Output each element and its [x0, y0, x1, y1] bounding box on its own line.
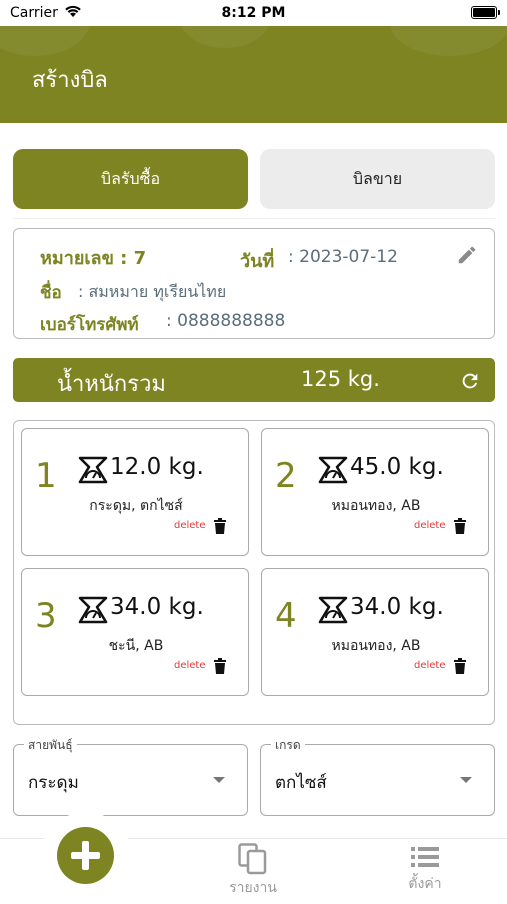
refresh-icon[interactable]	[459, 370, 481, 396]
item-weight: 12.0 kg.	[110, 454, 204, 480]
bill-number: หมายเลข : 7	[40, 248, 147, 269]
weighing-item-card[interactable]: 3 34.0 kg. ชะนี, AB delete	[21, 568, 249, 696]
trash-icon[interactable]	[453, 658, 467, 678]
phone-label: เบอร์โทรศัพท์	[40, 315, 139, 335]
trash-icon[interactable]	[213, 518, 227, 538]
total-weight-label: น้ำหนักรวม	[57, 372, 166, 397]
item-variety: หมอนทอง, AB	[331, 498, 421, 514]
breed-dropdown-label: สายพันธุ์	[24, 736, 77, 755]
date-value: : 2023-07-12	[288, 247, 398, 267]
item-weight: 34.0 kg.	[350, 594, 444, 620]
breed-dropdown-value: กระดุม	[28, 773, 79, 793]
page-title: สร้างบิล	[32, 67, 108, 92]
plus-icon	[71, 841, 100, 870]
scale-icon	[78, 596, 108, 628]
edit-icon[interactable]	[456, 244, 478, 270]
item-weight: 45.0 kg.	[350, 454, 444, 480]
delete-link[interactable]: delete	[174, 520, 206, 531]
trash-icon[interactable]	[213, 658, 227, 678]
scale-icon	[318, 596, 348, 628]
item-index: 2	[275, 456, 297, 496]
grade-dropdown-value: ตกไซส์	[275, 773, 327, 793]
header-decoration	[390, 26, 507, 56]
nav-settings[interactable]: ตั้งค่า	[375, 843, 475, 895]
item-index: 1	[35, 456, 57, 496]
bill-type-tabs: บิลรับซื้อ บิลขาย	[13, 149, 495, 209]
copy-icon	[238, 843, 267, 875]
trash-icon[interactable]	[453, 518, 467, 538]
weighing-item-card[interactable]: 1 12.0 kg. กระดุม, ตกไซส์ delete	[21, 428, 249, 556]
phone-value: : 0888888888	[166, 311, 286, 331]
weighing-item-card[interactable]: 2 45.0 kg. หมอนทอง, AB delete	[261, 428, 489, 556]
item-weight: 34.0 kg.	[110, 594, 204, 620]
item-variety: ชะนี, AB	[108, 638, 164, 654]
name-label: ชื่อ	[40, 283, 62, 303]
delete-link[interactable]: delete	[414, 520, 446, 531]
grade-dropdown-label: เกรด	[271, 736, 305, 755]
scale-icon	[78, 456, 108, 488]
weighing-item-card[interactable]: 4 34.0 kg. หมอนทอง, AB delete	[261, 568, 489, 696]
item-index: 3	[35, 596, 57, 636]
item-variety: กระดุม, ตกไซส์	[89, 498, 183, 514]
delete-link[interactable]: delete	[174, 660, 206, 671]
app-bar: สร้างบิล	[0, 26, 507, 123]
list-icon	[411, 847, 439, 867]
scale-icon	[318, 456, 348, 488]
tab-purchase-bill[interactable]: บิลรับซื้อ	[13, 149, 248, 209]
dropdown-arrow-icon	[460, 777, 472, 783]
nav-report-label: รายงาน	[229, 880, 277, 896]
delete-link[interactable]: delete	[414, 660, 446, 671]
tab-sale-bill[interactable]: บิลขาย	[260, 149, 495, 209]
status-bar: Carrier 8:12 PM	[0, 0, 507, 26]
battery-icon	[471, 6, 500, 19]
item-variety: หมอนทอง, AB	[331, 638, 421, 654]
total-weight-bar: น้ำหนักรวม 125 kg.	[13, 358, 495, 402]
item-index: 4	[275, 596, 297, 636]
bill-info-card: หมายเลข : 7 วันที่ : 2023-07-12 ชื่อ : ส…	[13, 228, 495, 339]
breed-dropdown[interactable]: สายพันธุ์ กระดุม	[13, 736, 248, 816]
nav-report[interactable]: รายงาน	[203, 843, 303, 899]
header-decoration	[180, 26, 270, 48]
divider	[13, 218, 495, 219]
weighing-items-grid: 1 12.0 kg. กระดุม, ตกไซส์ delete 2 45.0 …	[13, 420, 495, 725]
dropdown-arrow-icon	[213, 777, 225, 783]
name-value: : สมหมาย ทุเรียนไทย	[78, 282, 227, 301]
add-button[interactable]	[57, 827, 114, 884]
date-label: วันที่	[240, 251, 275, 272]
nav-settings-label: ตั้งค่า	[408, 876, 442, 892]
clock: 8:12 PM	[221, 5, 286, 21]
header-decoration	[0, 26, 90, 56]
grade-dropdown[interactable]: เกรด ตกไซส์	[260, 736, 495, 816]
total-weight-value: 125 kg.	[301, 367, 380, 391]
